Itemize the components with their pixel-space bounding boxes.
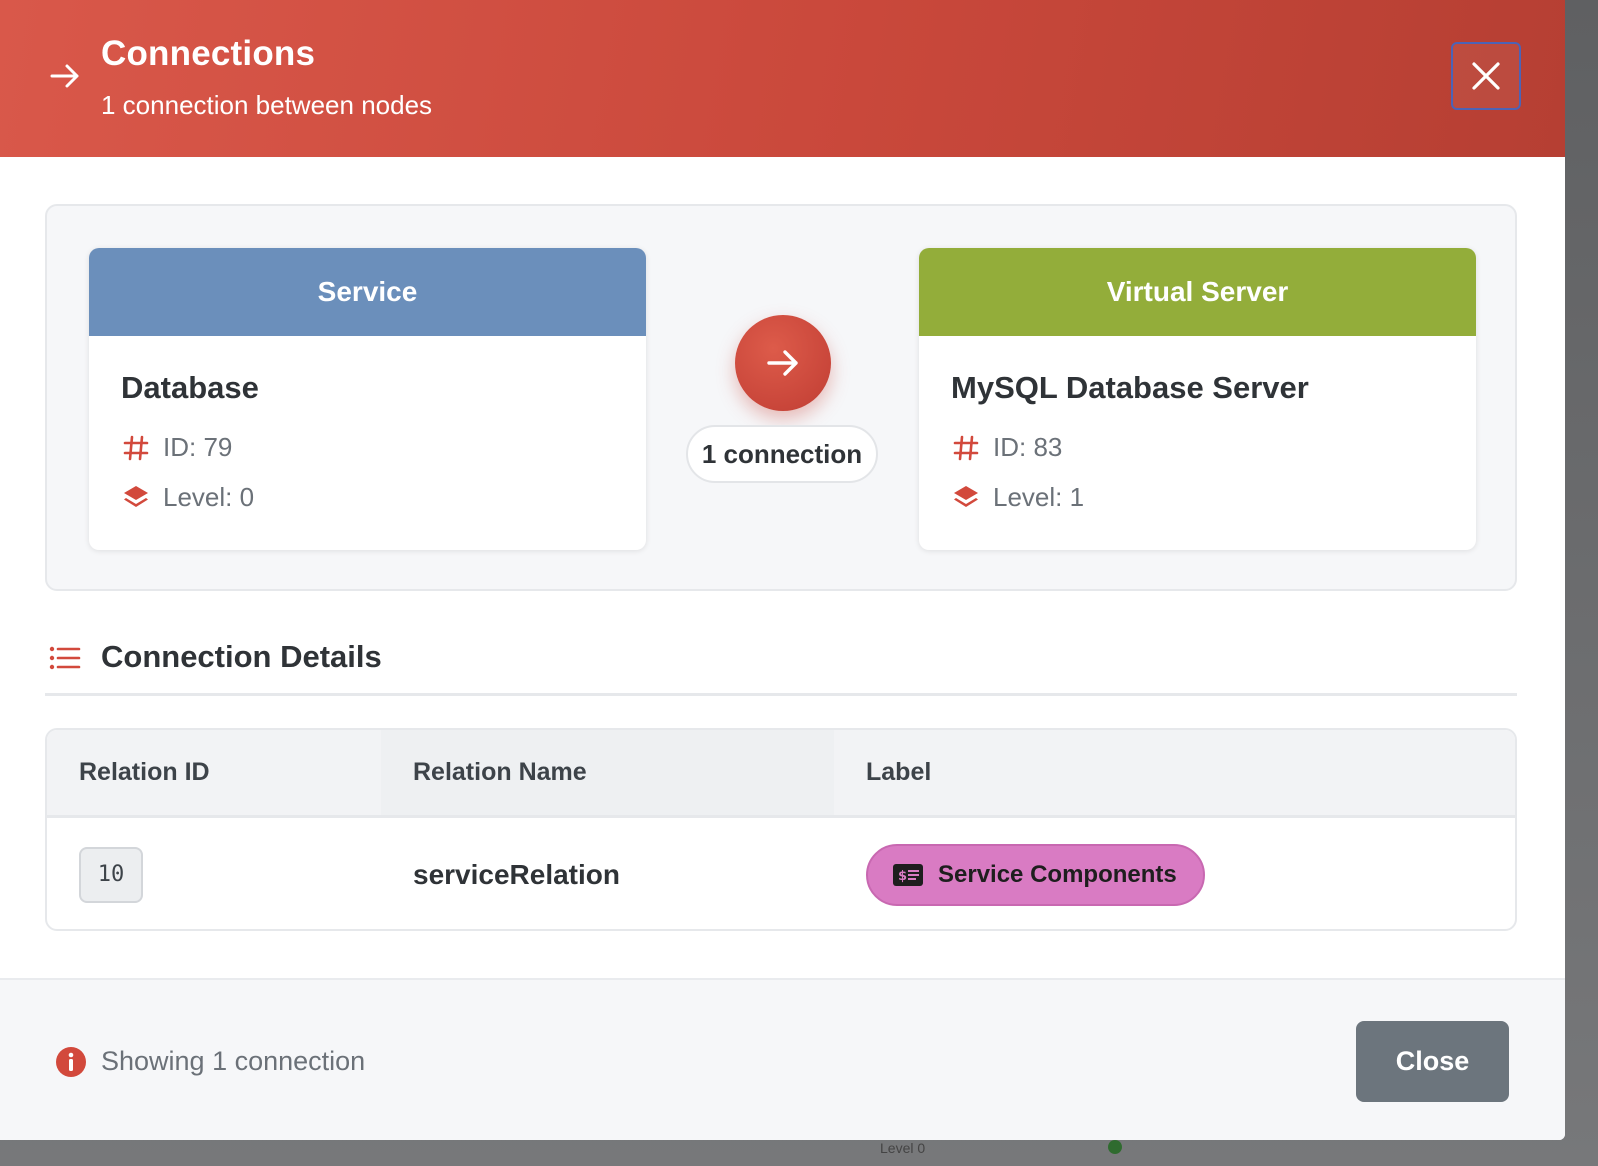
target-node-id: ID: 83 xyxy=(951,432,1062,463)
arrow-right-icon xyxy=(50,64,79,88)
source-node-name: Database xyxy=(121,370,259,405)
source-node-id-text: ID: 79 xyxy=(163,432,233,462)
target-node-id-text: ID: 83 xyxy=(993,432,1063,462)
column-header-relation-id[interactable]: Relation ID xyxy=(47,730,381,818)
hash-icon xyxy=(121,433,151,463)
label-badge[interactable]: $ Service Components xyxy=(866,843,1205,906)
connection-count-badge: 1 connection xyxy=(686,425,878,483)
info-icon xyxy=(56,1047,86,1077)
source-node-id: ID: 79 xyxy=(121,432,232,463)
source-node-level-text: Level: 0 xyxy=(163,482,255,512)
close-x-button[interactable] xyxy=(1451,42,1521,110)
source-node-type: Service xyxy=(89,248,646,336)
arrow-right-icon xyxy=(767,350,798,376)
source-node-level: Level: 0 xyxy=(121,482,254,513)
connection-details-heading: Connection Details xyxy=(45,630,1517,696)
money-card-icon: $ xyxy=(893,863,923,886)
target-node-type: Virtual Server xyxy=(919,248,1476,336)
connection-details-title: Connection Details xyxy=(101,639,382,674)
background-status-dot xyxy=(1108,1140,1122,1154)
table-cell-relation-name: serviceRelation xyxy=(413,858,620,890)
column-header-label[interactable]: Label xyxy=(834,730,1515,818)
layers-icon xyxy=(951,483,981,513)
list-icon xyxy=(49,646,81,670)
table-cell-label: $ Service Components xyxy=(866,818,1205,929)
relation-id-badge: 10 xyxy=(79,846,143,903)
background-peek-text: Level 0 xyxy=(880,1140,926,1156)
hash-icon xyxy=(951,433,981,463)
modal-footer: Showing 1 connection Close xyxy=(0,978,1565,1140)
target-node-name: MySQL Database Server xyxy=(951,370,1309,405)
modal-header: Connections 1 connection between nodes xyxy=(0,0,1565,157)
column-header-relation-name[interactable]: Relation Name xyxy=(381,730,834,818)
label-badge-text: Service Components xyxy=(938,860,1177,888)
source-node-card[interactable]: Service Database ID: 79 Level: 0 xyxy=(89,248,646,550)
svg-text:$: $ xyxy=(898,869,907,884)
connections-modal: Connections 1 connection between nodes S… xyxy=(0,0,1565,1140)
target-node-level-text: Level: 1 xyxy=(993,482,1085,512)
footer-status-text: Showing 1 connection xyxy=(101,1046,366,1076)
table-cell-relation-id: 10 xyxy=(79,818,143,929)
connection-arrow xyxy=(735,315,831,411)
close-button[interactable]: Close xyxy=(1356,1021,1509,1102)
close-icon xyxy=(1472,62,1500,90)
target-node-card[interactable]: Virtual Server MySQL Database Server ID:… xyxy=(919,248,1476,550)
target-node-level: Level: 1 xyxy=(951,482,1084,513)
connections-table: Relation ID Relation Name Label 10 servi… xyxy=(45,728,1517,931)
modal-subtitle: 1 connection between nodes xyxy=(101,90,433,120)
node-panel: Service Database ID: 79 Level: 0 1 conne… xyxy=(45,204,1517,591)
layers-icon xyxy=(121,483,151,513)
modal-title: Connections xyxy=(101,34,316,73)
